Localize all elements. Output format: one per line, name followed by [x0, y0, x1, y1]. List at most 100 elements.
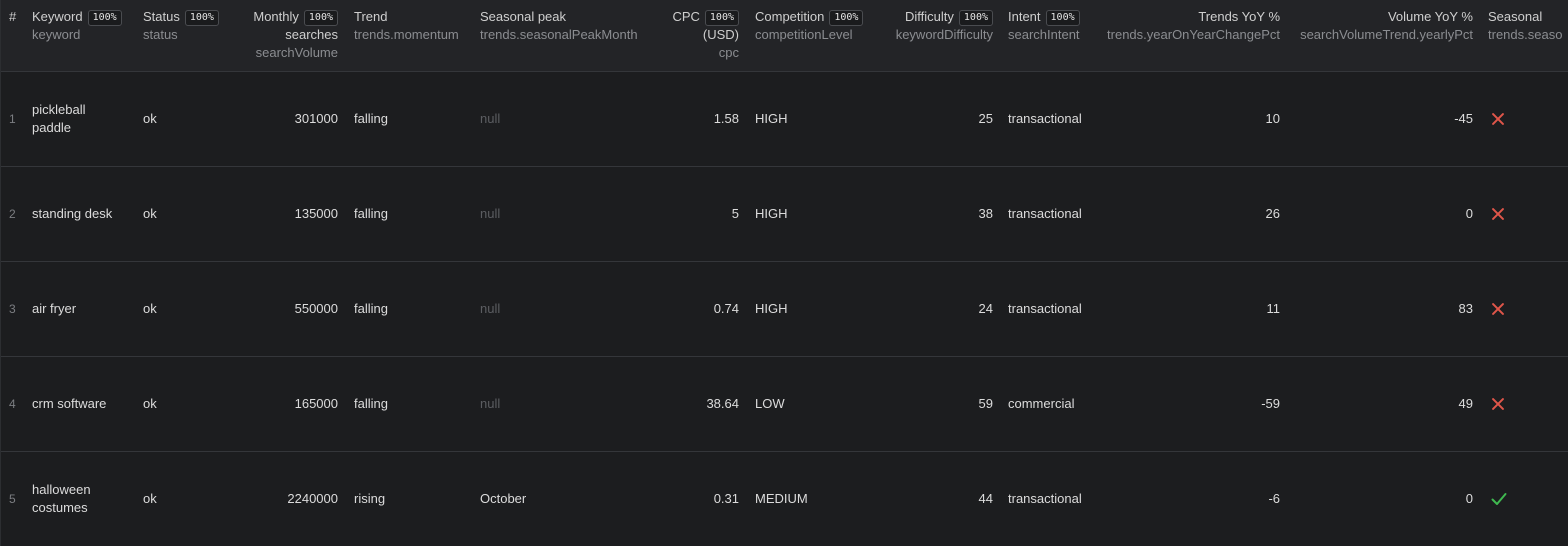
- cell-intent: transactional: [1008, 167, 1098, 261]
- table-row[interactable]: 1 pickleball paddle ok 301000 falling null 1.5…: [0, 72, 1568, 167]
- cell-value: 26: [1265, 206, 1280, 221]
- cell-value: air fryer: [32, 301, 77, 316]
- cell-volumeYoy: 0: [1295, 452, 1473, 546]
- cell-value: transactional: [1008, 111, 1082, 126]
- cell-value: falling: [354, 301, 388, 316]
- column-header-trendsYoy[interactable]: Trends YoY % trends.yearOnYearChangePct: [1102, 8, 1280, 44]
- cell-searchVolume: 135000: [232, 167, 338, 261]
- cell-keyword: crm software: [32, 357, 127, 451]
- column-header-cpc[interactable]: CPC 100% (USD) cpc: [655, 8, 739, 62]
- cell-volumeYoy: 83: [1295, 262, 1473, 356]
- table-row[interactable]: 3 air fryer ok 550000 falling null 0.74 HIGH 24 t…: [0, 262, 1568, 357]
- table-row[interactable]: 5 halloween costumes ok 2240000 rising Octobe…: [0, 452, 1568, 546]
- table-row[interactable]: 2 standing desk ok 135000 falling null 5 HIGH 38…: [0, 167, 1568, 262]
- close-icon: [1491, 397, 1505, 411]
- column-field-path: trends.seaso: [1488, 27, 1563, 42]
- cell-rownum: 1: [9, 72, 23, 166]
- column-header-title: Seasonal peak: [480, 8, 638, 26]
- table-header: # Keyword 100% keyword Status 100% status Month…: [0, 0, 1568, 72]
- column-header-competition[interactable]: Competition 100% competitionLevel: [755, 8, 864, 44]
- cell-status: ok: [143, 72, 228, 166]
- column-header-keyword[interactable]: Keyword 100% keyword: [32, 8, 122, 44]
- cell-status: ok: [143, 452, 228, 546]
- cell-searchVolume: 165000: [232, 357, 338, 451]
- table-row[interactable]: 4 crm software ok 165000 falling null 38.64 LOW…: [0, 357, 1568, 452]
- cell-seasonal: [1491, 357, 1568, 451]
- cell-seasonalPeak: null: [480, 72, 655, 166]
- cell-seasonalPeak: October: [480, 452, 655, 546]
- close-icon: [1491, 302, 1505, 316]
- column-title-line2: (USD): [702, 27, 739, 42]
- cell-volumeYoy: 49: [1295, 357, 1473, 451]
- column-field-path: keyword: [32, 27, 81, 42]
- cell-searchVolume: 301000: [232, 72, 338, 166]
- completeness-badge: 100%: [87, 10, 122, 26]
- cell-volumeYoy: 0: [1295, 167, 1473, 261]
- cell-value: 49: [1458, 396, 1473, 411]
- completeness-badge: 100%: [829, 10, 864, 26]
- cell-value: -6: [1268, 491, 1280, 506]
- cell-value: 550000: [294, 301, 338, 316]
- column-header-status[interactable]: Status 100% status: [143, 8, 219, 44]
- cell-value: null: [480, 206, 501, 221]
- cell-keyword: air fryer: [32, 262, 127, 356]
- cell-value: 25: [978, 111, 993, 126]
- column-header-title: Trend: [354, 8, 459, 26]
- cell-value: 83: [1458, 301, 1473, 316]
- cell-value: HIGH: [755, 111, 788, 126]
- cell-intent: transactional: [1008, 262, 1098, 356]
- cell-value: null: [480, 396, 501, 411]
- cell-seasonalPeak: null: [480, 167, 655, 261]
- column-header-intent[interactable]: Intent 100% searchIntent: [1008, 8, 1080, 44]
- cell-value: ok: [143, 301, 157, 316]
- cell-competition: MEDIUM: [755, 452, 880, 546]
- cell-momentum: falling: [354, 167, 474, 261]
- completeness-badge: 100%: [704, 10, 739, 26]
- cell-difficulty: 38: [888, 167, 993, 261]
- close-icon: [1491, 112, 1505, 126]
- cell-competition: HIGH: [755, 167, 880, 261]
- cell-difficulty: 59: [888, 357, 993, 451]
- cell-value: rising: [354, 491, 386, 506]
- cell-cpc: 38.64: [655, 357, 739, 451]
- cell-trendsYoy: -59: [1102, 357, 1280, 451]
- cell-value: 301000: [294, 111, 338, 126]
- cell-value: transactional: [1008, 206, 1082, 221]
- cell-value: pickleball paddle: [32, 102, 86, 135]
- cell-value: 0: [1465, 491, 1473, 506]
- cell-competition: HIGH: [755, 72, 880, 166]
- cell-value: 2: [9, 207, 16, 221]
- column-header-seasonalPeak[interactable]: Seasonal peak trends.seasonalPeakMonth: [480, 8, 638, 44]
- column-header-searchVolume[interactable]: Monthly 100% searches searchVolume: [232, 8, 338, 62]
- column-field-path: keywordDifficulty: [895, 27, 993, 42]
- cell-value: ok: [143, 396, 157, 411]
- cell-trendsYoy: 26: [1102, 167, 1280, 261]
- cell-cpc: 5: [655, 167, 739, 261]
- cell-value: 38.64: [706, 396, 739, 411]
- cell-searchVolume: 2240000: [232, 452, 338, 546]
- cell-value: 10: [1265, 111, 1280, 126]
- cell-value: commercial: [1008, 396, 1075, 411]
- column-header-title: Monthly 100%: [232, 8, 338, 26]
- cell-value: ok: [143, 111, 157, 126]
- cell-status: ok: [143, 262, 228, 356]
- cell-intent: commercial: [1008, 357, 1098, 451]
- column-header-difficulty[interactable]: Difficulty 100% keywordDifficulty: [888, 8, 993, 44]
- column-header-rownum[interactable]: #: [9, 8, 16, 26]
- column-header-volumeYoy[interactable]: Volume YoY % searchVolumeTrend.yearlyPct: [1295, 8, 1473, 44]
- column-field-path: searchVolumeTrend.yearlyPct: [1300, 27, 1473, 42]
- cell-value: falling: [354, 396, 388, 411]
- column-title: Difficulty: [905, 9, 954, 24]
- cell-difficulty: 24: [888, 262, 993, 356]
- column-field-path: trends.seasonalPeakMonth: [480, 27, 638, 42]
- cell-value: transactional: [1008, 301, 1082, 316]
- close-icon: [1491, 207, 1505, 221]
- cell-cpc: 0.31: [655, 452, 739, 546]
- column-header-title: Seasonal: [1488, 8, 1562, 26]
- column-header-momentum[interactable]: Trend trends.momentum: [354, 8, 459, 44]
- column-field-path: cpc: [718, 45, 739, 60]
- column-title: CPC: [672, 9, 700, 24]
- column-header-seasonal[interactable]: Seasonal trends.seaso: [1488, 8, 1562, 44]
- cell-value: ok: [143, 206, 157, 221]
- column-field-path: competitionLevel: [755, 27, 853, 42]
